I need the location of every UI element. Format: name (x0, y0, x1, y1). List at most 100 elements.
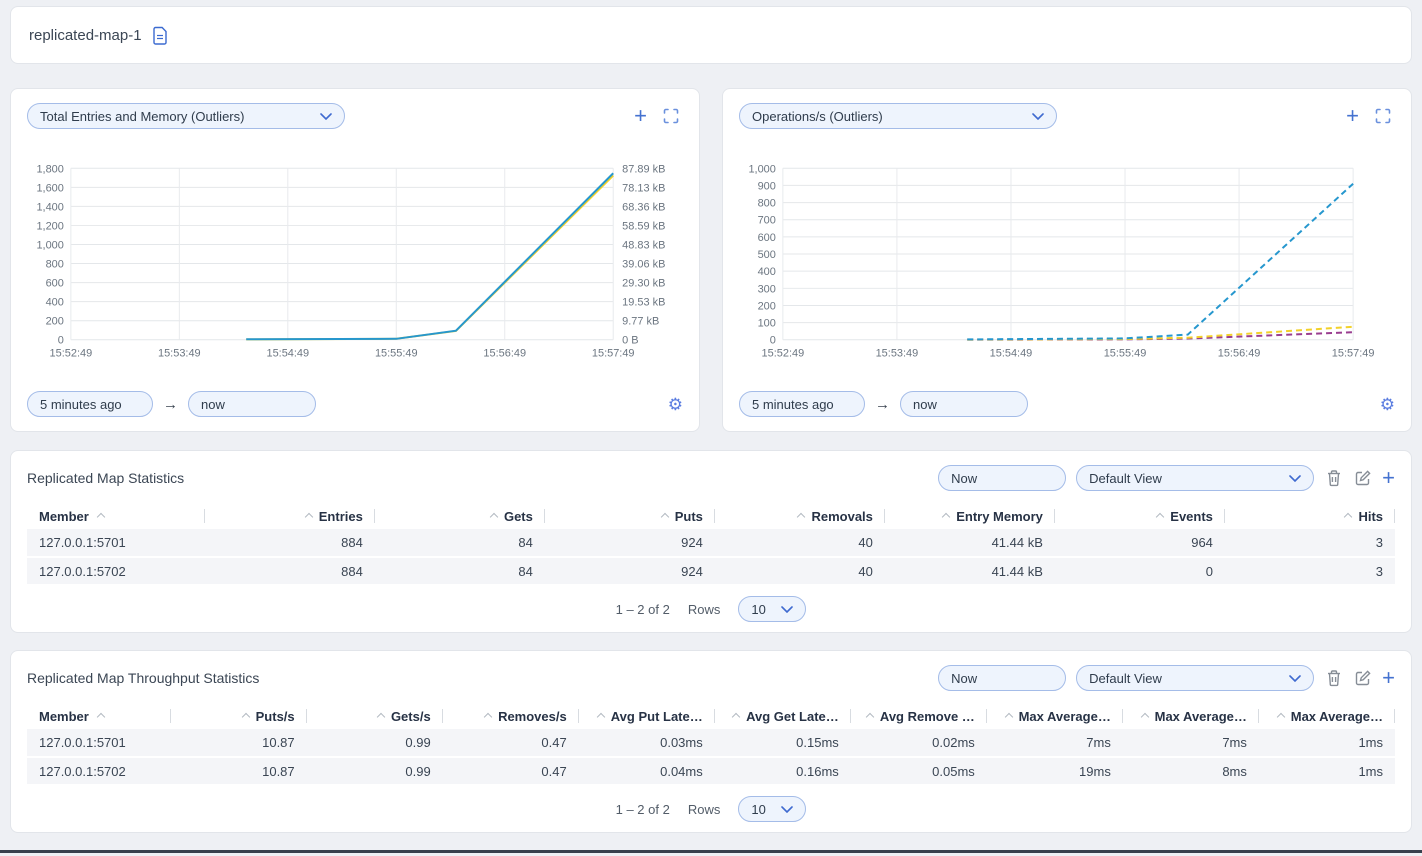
svg-text:15:53:49: 15:53:49 (158, 348, 201, 360)
column-header-gets[interactable]: Gets (375, 503, 545, 529)
time-to-input[interactable]: now (900, 391, 1028, 417)
time-from-input[interactable]: 5 minutes ago (27, 391, 153, 417)
delete-view-icon[interactable] (1326, 669, 1342, 687)
view-select[interactable]: Default View (1076, 665, 1314, 691)
svg-text:100: 100 (758, 318, 776, 330)
svg-text:1,400: 1,400 (36, 201, 63, 213)
table-cell: 8ms (1123, 757, 1259, 785)
column-header-removals[interactable]: Removals (715, 503, 885, 529)
column-header-entry-memory[interactable]: Entry Memory (885, 503, 1055, 529)
time-from-input[interactable]: 5 minutes ago (739, 391, 865, 417)
gear-icon[interactable]: ⚙ (668, 396, 683, 413)
pagination: 1 – 2 of 2 Rows 10 (27, 596, 1395, 622)
chevron-down-icon (1289, 675, 1301, 682)
column-header-avg-get-late[interactable]: Avg Get Late… (715, 703, 851, 729)
gear-icon[interactable]: ⚙ (1380, 396, 1395, 413)
sort-caret-icon (490, 512, 498, 520)
page-size-select[interactable]: 10 (738, 596, 806, 622)
svg-text:48.83 kB: 48.83 kB (622, 239, 665, 251)
table-cell: 127.0.0.1:5702 (27, 557, 205, 585)
column-label: Puts (675, 509, 703, 524)
expand-icon[interactable] (663, 108, 679, 124)
add-chart-icon[interactable]: + (634, 107, 647, 125)
svg-text:700: 700 (758, 215, 776, 227)
svg-text:15:57:49: 15:57:49 (1332, 348, 1375, 360)
time-input[interactable]: Now (938, 665, 1066, 691)
table-cell: 0.02ms (851, 729, 987, 757)
document-icon[interactable] (152, 26, 168, 45)
column-header-member[interactable]: Member (27, 503, 205, 529)
column-label: Max Average… (1019, 709, 1111, 724)
replicated-map-throughput-card: Replicated Map Throughput Statistics Now… (10, 650, 1412, 833)
table-cell: 3 (1225, 557, 1395, 585)
svg-text:400: 400 (46, 297, 64, 309)
table-cell: 0 (1055, 557, 1225, 585)
column-header-avg-put-late[interactable]: Avg Put Late… (579, 703, 715, 729)
add-chart-icon[interactable]: + (1346, 107, 1359, 125)
column-header-max-average[interactable]: Max Average… (987, 703, 1123, 729)
column-header-events[interactable]: Events (1055, 503, 1225, 529)
svg-text:19.53 kB: 19.53 kB (622, 297, 665, 309)
table-cell: 10.87 (171, 729, 307, 757)
svg-text:1,000: 1,000 (748, 163, 775, 175)
chart-footer: 5 minutes ago → now ⚙ (27, 391, 683, 417)
column-header-max-average[interactable]: Max Average… (1259, 703, 1395, 729)
table-row: 127.0.0.1:570210.870.990.470.04ms0.16ms0… (27, 757, 1395, 785)
add-view-icon[interactable]: + (1382, 669, 1395, 687)
chart-header-actions: + (634, 107, 679, 125)
table-cell: 127.0.0.1:5701 (27, 729, 171, 757)
view-select[interactable]: Default View (1076, 465, 1314, 491)
column-header-puts[interactable]: Puts (545, 503, 715, 529)
svg-text:15:57:49: 15:57:49 (592, 348, 635, 360)
column-header-avg-remove[interactable]: Avg Remove … (851, 703, 987, 729)
column-header-max-average[interactable]: Max Average… (1123, 703, 1259, 729)
svg-text:400: 400 (758, 266, 776, 278)
charts-row: Total Entries and Memory (Outliers) + 1,… (10, 88, 1412, 432)
table-header-bar: Replicated Map Throughput Statistics Now… (27, 665, 1395, 691)
edit-view-icon[interactable] (1354, 669, 1372, 687)
section-title: Replicated Map Statistics (27, 470, 184, 486)
chart-metric-select[interactable]: Operations/s (Outliers) (739, 103, 1057, 129)
column-header-removes-s[interactable]: Removes/s (443, 703, 579, 729)
table-cell: 1ms (1259, 757, 1395, 785)
svg-text:15:55:49: 15:55:49 (375, 348, 418, 360)
sort-caret-icon (866, 712, 874, 720)
table-cell: 0.05ms (851, 757, 987, 785)
svg-text:900: 900 (758, 180, 776, 192)
table-cell: 84 (375, 529, 545, 557)
time-to-value: now (201, 397, 225, 412)
column-header-member[interactable]: Member (27, 703, 171, 729)
chart-metric-select[interactable]: Total Entries and Memory (Outliers) (27, 103, 345, 129)
delete-view-icon[interactable] (1326, 469, 1342, 487)
table-cell: 7ms (1123, 729, 1259, 757)
edit-view-icon[interactable] (1354, 469, 1372, 487)
page-size-select[interactable]: 10 (738, 796, 806, 822)
time-input[interactable]: Now (938, 465, 1066, 491)
add-view-icon[interactable]: + (1382, 469, 1395, 487)
time-to-input[interactable]: now (188, 391, 316, 417)
column-header-hits[interactable]: Hits (1225, 503, 1395, 529)
column-header-entries[interactable]: Entries (205, 503, 375, 529)
column-label: Removals (811, 509, 872, 524)
expand-icon[interactable] (1375, 108, 1391, 124)
svg-text:15:55:49: 15:55:49 (1104, 348, 1147, 360)
svg-text:39.06 kB: 39.06 kB (622, 259, 665, 271)
column-header-puts-s[interactable]: Puts/s (171, 703, 307, 729)
column-label: Avg Remove … (880, 709, 975, 724)
svg-text:1,800: 1,800 (36, 163, 63, 175)
table-row: 127.0.0.1:5702884849244041.44 kB03 (27, 557, 1395, 585)
table-cell: 41.44 kB (885, 529, 1055, 557)
column-label: Max Average… (1291, 709, 1383, 724)
table-cell: 3 (1225, 529, 1395, 557)
sort-caret-icon (305, 512, 313, 520)
sort-caret-icon (942, 512, 950, 520)
time-input-value: Now (951, 671, 977, 686)
table-cell: 884 (205, 529, 375, 557)
svg-text:15:52:49: 15:52:49 (762, 348, 805, 360)
page: replicated-map-1 Total Entries and Memor… (0, 0, 1422, 856)
view-select-value: Default View (1089, 671, 1162, 686)
table-cell: 0.47 (443, 757, 579, 785)
column-header-gets-s[interactable]: Gets/s (307, 703, 443, 729)
sort-caret-icon (732, 712, 740, 720)
table-toolbar: Now Default View (938, 665, 1395, 691)
